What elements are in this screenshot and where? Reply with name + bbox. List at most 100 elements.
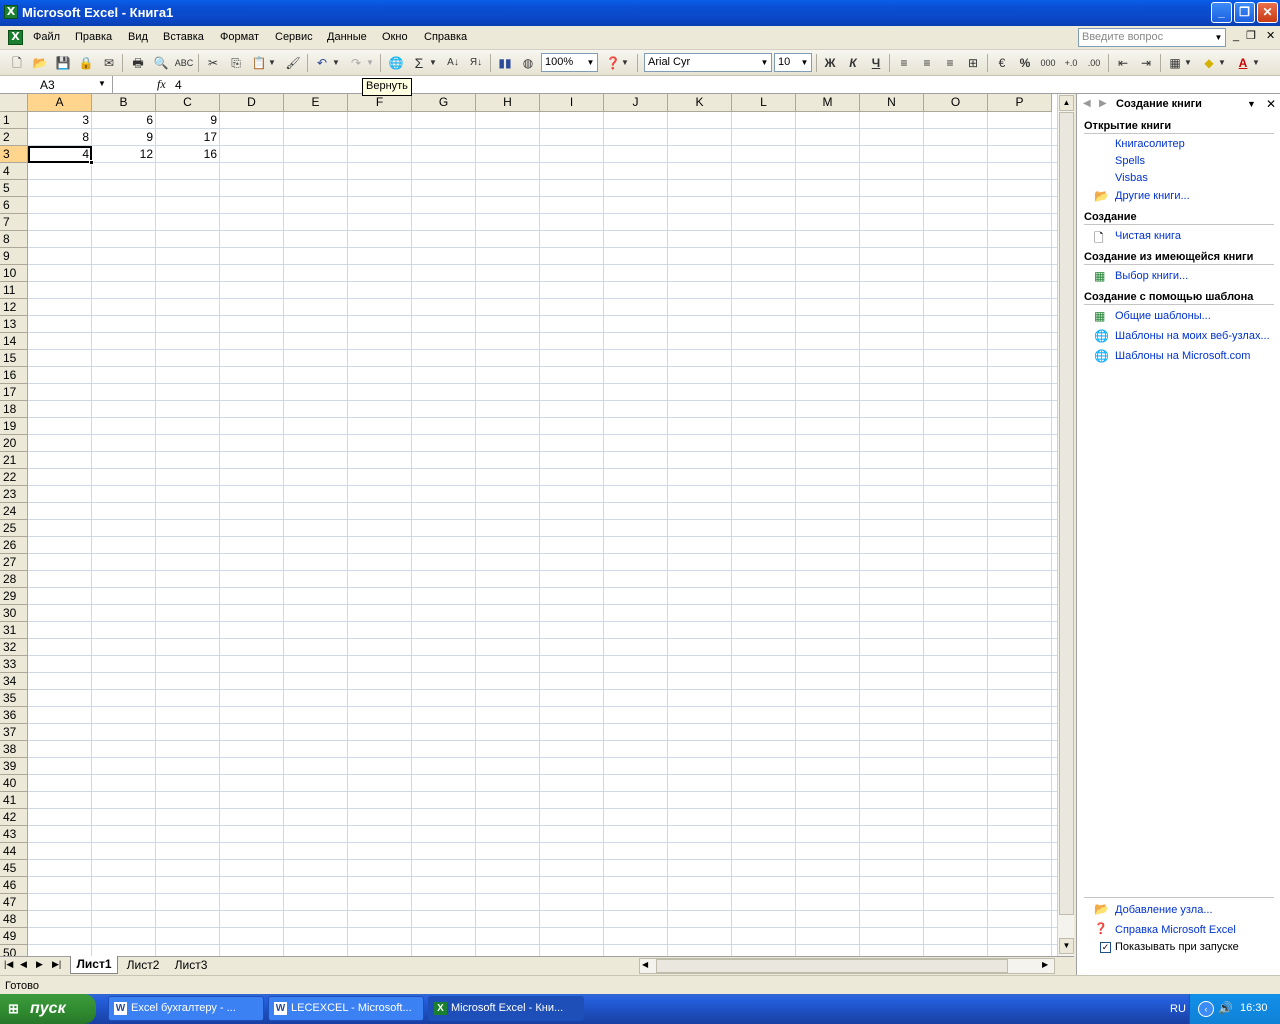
last-sheet-icon[interactable]: ▶| — [52, 959, 61, 970]
column-header[interactable]: B — [92, 94, 156, 112]
row-header[interactable]: 42 — [0, 809, 28, 826]
row-header[interactable]: 31 — [0, 622, 28, 639]
cell[interactable]: 9 — [92, 129, 156, 146]
row-header[interactable]: 29 — [0, 588, 28, 605]
cell[interactable]: 12 — [92, 146, 156, 163]
row-header[interactable]: 18 — [0, 401, 28, 418]
row-header[interactable]: 15 — [0, 350, 28, 367]
row-header[interactable]: 50 — [0, 945, 28, 956]
italic-button[interactable]: К — [843, 53, 863, 73]
column-header[interactable]: C — [156, 94, 220, 112]
taskbar-item-word2[interactable]: W LECEXCEL - Microsoft... — [268, 996, 424, 1021]
chevron-down-icon[interactable]: ▼ — [1212, 29, 1225, 46]
excel-help-link[interactable]: Справка Microsoft Excel — [1115, 924, 1236, 936]
excel-icon[interactable]: X — [4, 5, 18, 19]
print-preview-icon[interactable]: 🔍 — [151, 53, 171, 73]
row-header[interactable]: 17 — [0, 384, 28, 401]
column-header[interactable]: L — [732, 94, 796, 112]
decrease-indent-icon[interactable]: ⇤ — [1113, 53, 1133, 73]
column-header[interactable]: F — [348, 94, 412, 112]
currency-icon[interactable]: € — [992, 53, 1012, 73]
spelling-icon[interactable]: ABC — [174, 53, 194, 73]
column-header[interactable]: D — [220, 94, 284, 112]
save-icon[interactable]: 💾 — [53, 53, 73, 73]
row-header[interactable]: 11 — [0, 282, 28, 299]
name-box[interactable]: A3 ▼ — [0, 76, 113, 93]
chevron-down-icon[interactable]: ▼ — [584, 54, 597, 71]
zoom-select[interactable]: 100% ▼ — [541, 53, 598, 72]
format-painter-icon[interactable]: 🖌 — [283, 53, 303, 73]
row-header[interactable]: 28 — [0, 571, 28, 588]
column-header[interactable]: I — [540, 94, 604, 112]
fill-color-icon[interactable]: ◆ — [1199, 53, 1219, 73]
fill-handle[interactable] — [89, 160, 94, 165]
row-header[interactable]: 32 — [0, 639, 28, 656]
taskbar-item-excel[interactable]: X Microsoft Excel - Кни... — [428, 996, 584, 1021]
formula-input[interactable]: 4 — [175, 78, 182, 92]
font-color-icon[interactable]: A — [1233, 53, 1253, 73]
percent-button[interactable]: % — [1015, 53, 1035, 73]
chart-wizard-icon[interactable]: ▮▮ — [495, 53, 515, 73]
copy-icon[interactable]: ⎘ — [226, 53, 246, 73]
horizontal-scrollbar[interactable]: ◀ ▶ — [639, 958, 1055, 974]
align-left-icon[interactable]: ≡ — [894, 53, 914, 73]
menu-view[interactable]: Вид — [128, 31, 148, 43]
sort-ascending-icon[interactable]: A↓ — [443, 53, 463, 73]
merge-center-icon[interactable]: ⊞ — [963, 53, 983, 73]
taskbar-item-word[interactable]: W Excel бухгалтеру - ... — [108, 996, 264, 1021]
row-header[interactable]: 14 — [0, 333, 28, 350]
forward-arrow-icon[interactable]: ▶ — [1099, 98, 1107, 109]
row-header[interactable]: 36 — [0, 707, 28, 724]
row-header[interactable]: 2 — [0, 129, 28, 146]
sheet-tab-2[interactable]: Лист2 — [120, 957, 166, 974]
hscroll-thumb[interactable] — [656, 959, 1008, 973]
cell[interactable]: 6 — [92, 112, 156, 129]
row-header[interactable]: 43 — [0, 826, 28, 843]
chevron-down-icon[interactable]: ▼ — [331, 53, 341, 73]
sheet-tab-1[interactable]: Лист1 — [70, 956, 118, 974]
row-header[interactable]: 38 — [0, 741, 28, 758]
restore-button[interactable]: ❐ — [1234, 2, 1255, 23]
row-header[interactable]: 9 — [0, 248, 28, 265]
column-header[interactable]: J — [604, 94, 668, 112]
row-header[interactable]: 25 — [0, 520, 28, 537]
row-header[interactable]: 3 — [0, 146, 28, 163]
chevron-down-icon[interactable]: ▼ — [1183, 53, 1193, 73]
doc-minimize-button[interactable]: _ — [1233, 30, 1239, 42]
sheet-tab-3[interactable]: Лист3 — [168, 957, 214, 974]
menu-edit[interactable]: Правка — [75, 31, 112, 43]
row-header[interactable]: 13 — [0, 316, 28, 333]
row-header[interactable]: 1 — [0, 112, 28, 129]
other-books-link[interactable]: Другие книги... — [1115, 190, 1190, 202]
row-header[interactable]: 23 — [0, 486, 28, 503]
column-header[interactable]: E — [284, 94, 348, 112]
blank-book-link[interactable]: Чистая книга — [1115, 230, 1181, 242]
chevron-down-icon[interactable]: ▼ — [428, 53, 438, 73]
row-header[interactable]: 46 — [0, 877, 28, 894]
redo-icon[interactable]: ↷ — [346, 53, 366, 73]
select-all-corner[interactable] — [0, 94, 28, 112]
font-size-select[interactable]: 10 ▼ — [774, 53, 812, 72]
speaker-icon[interactable]: 🔊 — [1218, 1001, 1233, 1015]
row-header[interactable]: 26 — [0, 537, 28, 554]
row-header[interactable]: 27 — [0, 554, 28, 571]
row-header[interactable]: 39 — [0, 758, 28, 775]
align-right-icon[interactable]: ≡ — [940, 53, 960, 73]
spreadsheet-grid[interactable]: ABCDEFGHIJKLMNOP 1 2 3 4 5 6 7 8 9 10 11 12 13 14 15 16… — [0, 94, 1057, 956]
chevron-down-icon[interactable]: ▼ — [758, 54, 771, 71]
row-header[interactable]: 37 — [0, 724, 28, 741]
cell[interactable]: 17 — [156, 129, 220, 146]
print-icon[interactable]: 🖶 — [128, 53, 148, 73]
row-header[interactable]: 34 — [0, 673, 28, 690]
function-icon[interactable]: fx — [157, 77, 166, 92]
paste-icon[interactable]: 📋 — [249, 53, 269, 73]
chevron-down-icon[interactable]: ▼ — [1247, 99, 1256, 109]
menu-insert[interactable]: Вставка — [163, 31, 204, 43]
chevron-down-icon[interactable]: ▼ — [620, 53, 630, 73]
chevron-down-icon[interactable]: ▼ — [98, 79, 106, 88]
thousands-button[interactable]: 000 — [1038, 53, 1058, 73]
row-header[interactable]: 41 — [0, 792, 28, 809]
row-header[interactable]: 44 — [0, 843, 28, 860]
row-header[interactable]: 16 — [0, 367, 28, 384]
choose-book-link[interactable]: Выбор книги... — [1115, 270, 1188, 282]
